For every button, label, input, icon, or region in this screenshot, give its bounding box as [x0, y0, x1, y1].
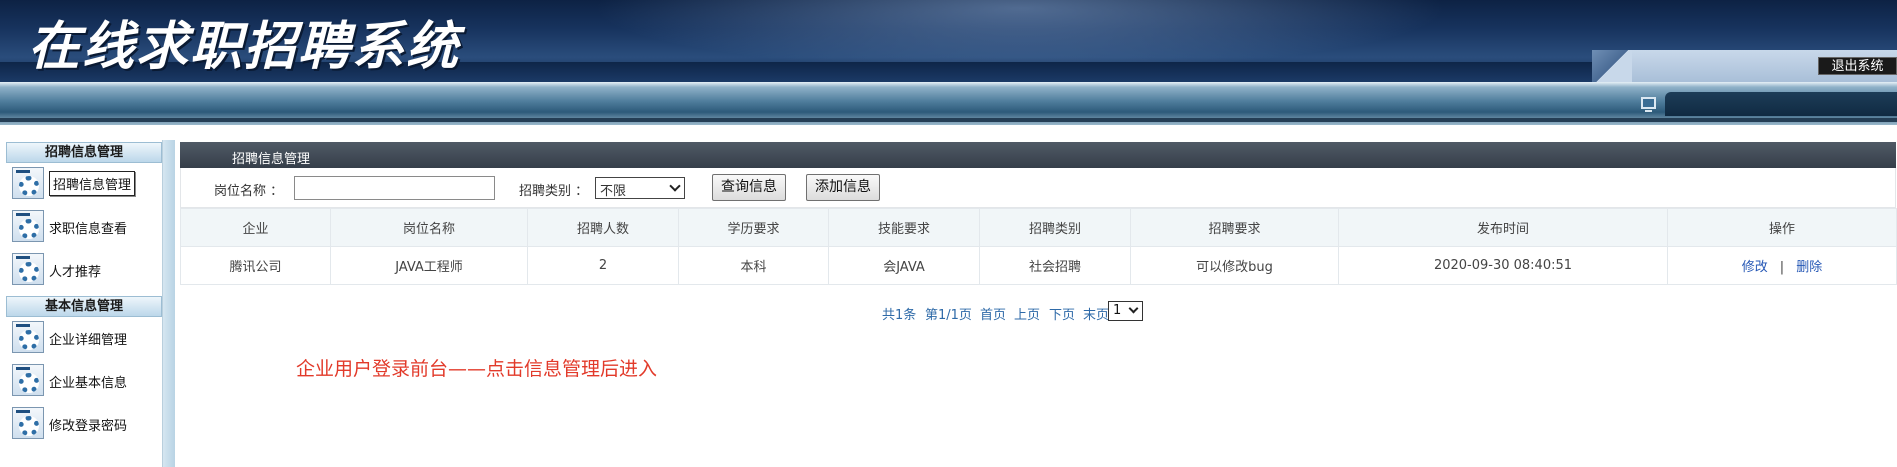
- pager-prev-link[interactable]: 上页: [1014, 304, 1040, 323]
- pager-total: 共1条: [882, 308, 917, 323]
- sidebar-item-recruit-manage[interactable]: 招聘信息管理: [12, 164, 162, 200]
- column-header: 招聘要求: [1130, 208, 1339, 247]
- edit-link[interactable]: 修改: [1742, 260, 1768, 275]
- column-header: 企业: [180, 208, 331, 247]
- sidebar-item-label: 修改登录密码: [49, 419, 128, 434]
- delete-link[interactable]: 删除: [1796, 260, 1822, 275]
- cell-actions: 修改 | 删除: [1667, 246, 1897, 285]
- cell-position: JAVA工程师: [330, 246, 528, 285]
- column-header: 招聘人数: [527, 208, 679, 247]
- cell-education: 本科: [678, 246, 829, 285]
- cell-count: 2: [527, 246, 679, 285]
- pager-last-link[interactable]: 末页: [1083, 304, 1109, 323]
- gear-icon: [12, 321, 44, 353]
- column-header: 招聘类别: [979, 208, 1131, 247]
- sidebar: 招聘信息管理 招聘信息管理 求职信息查看 人才推荐 基本信息管理 企业详细管理 …: [0, 125, 175, 467]
- cell-requirements: 可以修改bug: [1130, 246, 1339, 285]
- cell-company: 腾讯公司: [180, 246, 331, 285]
- sidebar-item-change-password[interactable]: 修改登录密码: [12, 404, 162, 440]
- chevron-down-icon: [669, 180, 681, 192]
- column-header: 发布时间: [1338, 208, 1668, 247]
- pager-next-link[interactable]: 下页: [1049, 304, 1075, 323]
- position-name-label: 岗位名称 ：: [214, 184, 284, 199]
- sidebar-item-label: 企业详细管理: [49, 333, 128, 348]
- gear-icon: [12, 253, 44, 285]
- main-content: 招聘信息管理 岗位名称 ： 招聘类别 ： 不限 查询信息 添加信息 企业 岗位名…: [175, 125, 1897, 467]
- page-select[interactable]: 1: [1108, 301, 1143, 321]
- gear-icon: [12, 167, 44, 199]
- sidebar-item-jobseeker-view[interactable]: 求职信息查看: [12, 207, 162, 243]
- sidebar-item-label: 求职信息查看: [49, 222, 128, 237]
- position-name-input[interactable]: [294, 176, 495, 200]
- app-header: 在线求职招聘系统 退出系统: [0, 0, 1897, 82]
- sidebar-item-company-detail[interactable]: 企业详细管理: [12, 318, 162, 354]
- cell-publish-time: 2020-09-30 08:40:51: [1338, 246, 1668, 285]
- page-title: 招聘信息管理: [232, 152, 311, 167]
- monitor-icon: [1641, 97, 1656, 112]
- column-header: 岗位名称: [330, 208, 528, 247]
- page-header: 招聘信息管理: [180, 142, 1896, 168]
- cell-category: 社会招聘: [979, 246, 1131, 285]
- sidebar-scrollbar[interactable]: [163, 140, 175, 467]
- table-header-row: 企业 岗位名称 招聘人数 学历要求 技能要求 招聘类别 招聘要求 发布时间 操作: [180, 208, 1897, 247]
- action-separator: |: [1779, 260, 1785, 275]
- gear-icon: [12, 210, 44, 242]
- sidebar-item-label: 招聘信息管理: [49, 171, 136, 196]
- sidebar-section-basic: 基本信息管理: [6, 296, 162, 317]
- toolbar-status-panel: [1665, 92, 1897, 116]
- category-select[interactable]: 不限: [595, 177, 685, 199]
- query-button[interactable]: 查询信息: [712, 174, 786, 201]
- gear-icon: [12, 364, 44, 396]
- column-header: 技能要求: [828, 208, 980, 247]
- page-select-value: 1: [1113, 303, 1122, 318]
- chevron-down-icon: [1128, 303, 1139, 314]
- annotation-note: 企业用户登录前台——点击信息管理后进入: [296, 358, 658, 380]
- toolbar-divider: [0, 118, 1897, 122]
- table-row: 腾讯公司 JAVA工程师 2 本科 会JAVA 社会招聘 可以修改bug 202…: [180, 246, 1897, 285]
- recruit-table: 企业 岗位名称 招聘人数 学历要求 技能要求 招聘类别 招聘要求 发布时间 操作…: [180, 208, 1897, 285]
- sidebar-item-company-basic[interactable]: 企业基本信息: [12, 361, 162, 397]
- pager-page-info: 第1/1页: [925, 308, 972, 323]
- logout-button[interactable]: 退出系统: [1818, 57, 1897, 75]
- sidebar-item-label: 人才推荐: [49, 265, 102, 280]
- gear-icon: [12, 407, 44, 439]
- header-right-notch: [1592, 50, 1632, 82]
- column-header: 学历要求: [678, 208, 829, 247]
- cell-skills: 会JAVA: [828, 246, 980, 285]
- pager-first-link[interactable]: 首页: [980, 304, 1006, 323]
- sidebar-section-recruit: 招聘信息管理: [6, 142, 162, 163]
- search-bar: 岗位名称 ： 招聘类别 ： 不限 查询信息 添加信息: [180, 168, 1896, 208]
- column-header: 操作: [1667, 208, 1897, 247]
- category-select-value: 不限: [600, 184, 627, 199]
- sidebar-item-talent-recommend[interactable]: 人才推荐: [12, 250, 162, 286]
- sidebar-item-label: 企业基本信息: [49, 376, 128, 391]
- app-title: 在线求职招聘系统: [28, 16, 461, 77]
- category-label: 招聘类别 ：: [519, 184, 589, 199]
- add-button[interactable]: 添加信息: [806, 174, 880, 201]
